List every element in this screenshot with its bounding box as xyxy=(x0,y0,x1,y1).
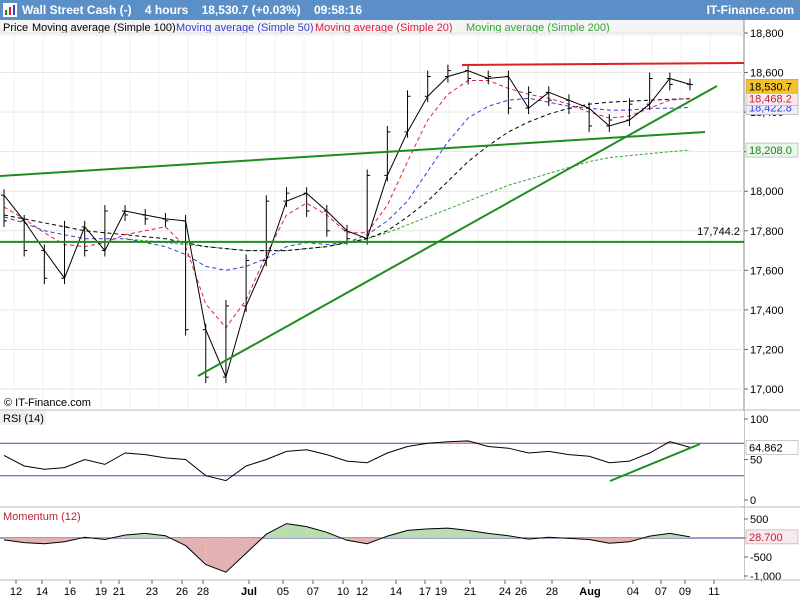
price-tick-label: 17,000 xyxy=(750,384,784,396)
momentum-tick-label: -500 xyxy=(750,552,772,564)
x-tick-label: 28 xyxy=(546,586,558,598)
x-tick-label: 26 xyxy=(515,586,527,598)
chart-canvas[interactable]: 18,80018,60018,40018,20018,00017,80017,6… xyxy=(0,0,800,600)
chart-window: Wall Street Cash (-) 4 hours 18,530.7 (+… xyxy=(0,0,800,600)
price-tick-label: 17,800 xyxy=(750,226,784,238)
price-tick-label: 17,200 xyxy=(750,344,784,356)
x-tick-label: 12 xyxy=(10,586,22,598)
x-tick-label: Aug xyxy=(579,586,600,598)
momentum-positive-area xyxy=(427,528,448,538)
x-tick-label: 12 xyxy=(356,586,368,598)
x-tick-label: 07 xyxy=(307,586,319,598)
rsi-tick-label: 100 xyxy=(750,414,768,426)
price-tick-label: 17,400 xyxy=(750,305,784,317)
watermark: © IT-Finance.com xyxy=(4,397,91,409)
price-tick-label: 17,600 xyxy=(750,265,784,277)
x-tick-label: 09 xyxy=(679,586,691,598)
x-tick-label: 28 xyxy=(197,586,209,598)
rsi-value-tag: 64.862 xyxy=(749,442,783,454)
price-tick-label: 18,000 xyxy=(750,186,784,198)
price-tick-label: 18,600 xyxy=(750,68,784,80)
x-tick-label: 26 xyxy=(176,586,188,598)
support-value-label: 17,744.2 xyxy=(697,226,740,238)
price-tick-label: 18,800 xyxy=(750,28,784,40)
price-value-tag: 18,530.7 xyxy=(749,81,792,93)
price-panel-bg xyxy=(0,36,744,408)
momentum-panel-bg xyxy=(0,508,744,580)
x-tick-label: 07 xyxy=(655,586,667,598)
x-tick-label: 05 xyxy=(277,586,289,598)
x-tick-label: 19 xyxy=(435,586,447,598)
x-tick-label: 14 xyxy=(390,586,402,598)
momentum-tick-label: -1,000 xyxy=(750,571,781,583)
x-tick-label: Jul xyxy=(241,586,257,598)
rsi-tick-label: 50 xyxy=(750,455,762,467)
x-tick-label: 23 xyxy=(146,586,158,598)
x-tick-label: 21 xyxy=(113,586,125,598)
x-tick-label: 21 xyxy=(464,586,476,598)
x-tick-label: 11 xyxy=(708,586,719,598)
momentum-title: Momentum (12) xyxy=(3,511,81,523)
rsi-title: RSI (14) xyxy=(3,413,44,425)
ma200-value-tag: 18,208.0 xyxy=(749,145,792,157)
x-tick-label: 17 xyxy=(419,586,431,598)
x-tick-label: 19 xyxy=(95,586,107,598)
rsi-panel-bg xyxy=(0,411,744,506)
x-tick-label: 04 xyxy=(627,586,639,598)
x-tick-label: 24 xyxy=(499,586,511,598)
momentum-value-tag: 28.700 xyxy=(749,532,783,544)
x-tick-label: 16 xyxy=(64,586,76,598)
x-tick-label: 14 xyxy=(36,586,48,598)
momentum-tick-label: 500 xyxy=(750,514,768,526)
rsi-tick-label: 0 xyxy=(750,495,756,507)
x-tick-label: 10 xyxy=(337,586,349,598)
ma100-value-tag: 18,468.2 xyxy=(749,94,792,106)
